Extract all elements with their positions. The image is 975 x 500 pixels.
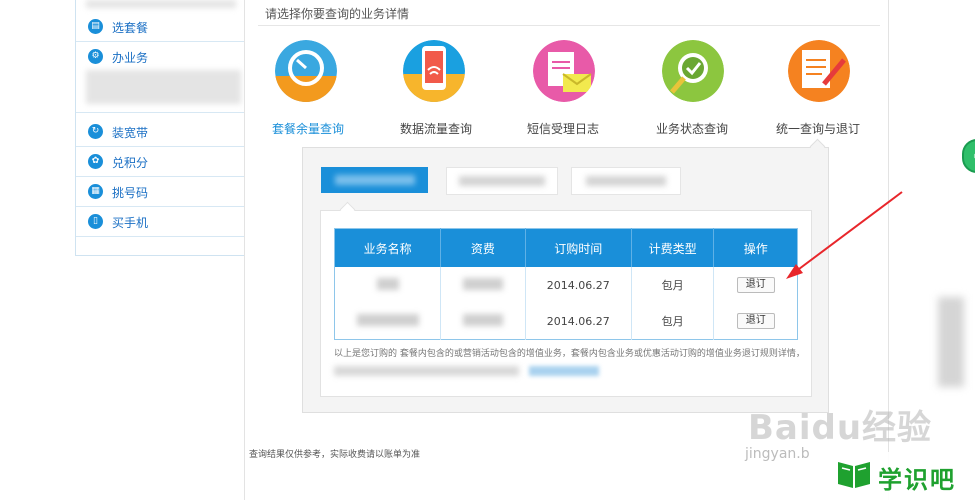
brand-name: 学识吧 [878, 466, 956, 494]
jingyan-watermark: jingyan.b [745, 446, 810, 462]
blurred-side-ad [938, 297, 964, 387]
book-icon [838, 462, 870, 488]
baidu-watermark: Baidu经验 [748, 408, 933, 448]
brand-logo: 学识吧 [826, 452, 975, 500]
